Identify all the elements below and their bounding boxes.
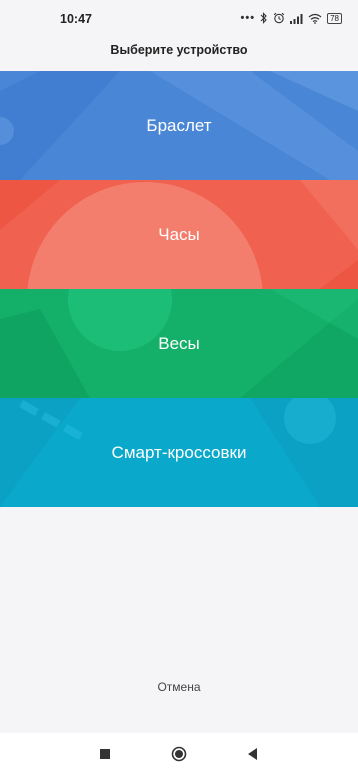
device-card-watch[interactable]: Часы (0, 180, 358, 289)
page-title: Выберите устройство (110, 43, 248, 57)
device-label-bracelet: Браслет (146, 115, 212, 135)
device-card-sneakers[interactable]: Смарт-кроссовки (0, 398, 358, 507)
status-icons: ••• 78 (241, 11, 342, 25)
device-label-sneakers: Смарт-кроссовки (111, 442, 247, 462)
notification-dots-icon: ••• (240, 12, 256, 24)
navigation-bar (0, 733, 358, 776)
cancel-button[interactable]: Отмена (0, 680, 358, 702)
home-circle-icon[interactable] (171, 746, 187, 762)
battery-icon: 78 (327, 12, 342, 24)
clock-time: 10:47 (60, 12, 92, 26)
signal-icon (290, 13, 303, 24)
back-triangle-icon[interactable] (245, 746, 261, 762)
status-bar: 10:47 ••• 78 (0, 0, 358, 36)
bluetooth-icon (260, 12, 267, 24)
device-label-scales: Весы (158, 333, 200, 353)
square-icon[interactable] (97, 746, 113, 762)
wifi-icon (308, 13, 322, 24)
alarm-icon (273, 12, 285, 24)
device-card-scales[interactable]: Весы (0, 289, 358, 398)
device-card-bracelet[interactable]: Браслет (0, 71, 358, 180)
device-label-watch: Часы (158, 224, 200, 244)
